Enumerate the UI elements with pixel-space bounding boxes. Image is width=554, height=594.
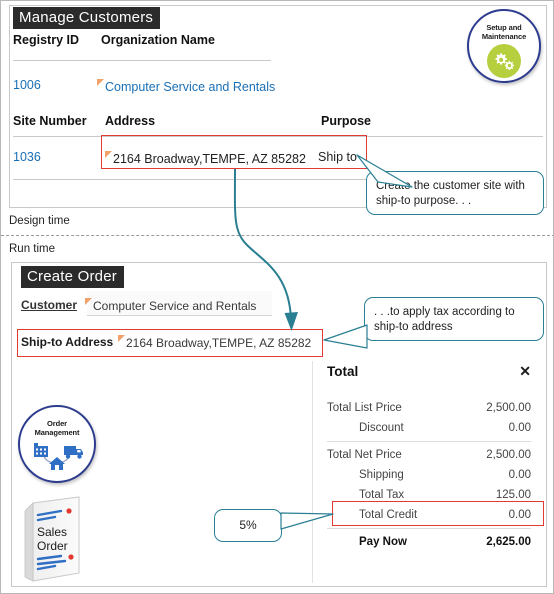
column-header-organization-name: Organization Name <box>101 33 215 47</box>
create-order-title-bar: Create Order <box>21 266 124 288</box>
totals-row: Discount 0.00 <box>313 418 545 438</box>
order-badge-line2: Management <box>34 428 80 437</box>
ship-to-address-value-wrap: 2164 Broadway,TEMPE, AZ 85282 <box>118 334 311 352</box>
order-badge-line1: Order <box>47 419 67 428</box>
totals-rows: Total List Price 2,500.00 Discount 0.00 Tota… <box>313 398 545 552</box>
totals-row: Pay Now 2,625.00 <box>313 532 545 552</box>
required-indicator-icon <box>118 335 125 342</box>
totals-row-value: 2,625.00 <box>486 536 531 548</box>
totals-row-value: 0.00 <box>508 469 531 481</box>
page-title: Manage Customers <box>13 7 161 29</box>
cell-registry-id[interactable]: 1006 <box>13 78 41 92</box>
sales-order-document: Sales Order <box>19 496 95 583</box>
totals-row-label: Total Tax <box>359 489 405 501</box>
ship-to-address-label: Ship-to Address <box>21 335 114 349</box>
totals-row: Total List Price 2,500.00 <box>313 398 545 418</box>
gears-icon <box>487 44 521 78</box>
totals-row: Total Net Price 2,500.00 <box>313 445 545 465</box>
totals-row: Total Tax 125.00 <box>313 485 545 505</box>
totals-separator <box>327 528 531 529</box>
manage-customers-title-bar: Manage Customers <box>13 7 161 29</box>
customer-table-header-rule <box>13 60 271 61</box>
totals-row-value: 2,500.00 <box>486 449 531 461</box>
cell-site-number[interactable]: 1036 <box>13 150 41 164</box>
totals-separator <box>327 441 531 442</box>
totals-row-value: 0.00 <box>508 422 531 434</box>
required-indicator-icon <box>105 151 112 158</box>
totals-row-label: Total Net Price <box>327 449 402 461</box>
sales-order-label: Sales Order <box>37 525 68 553</box>
totals-row-label: Discount <box>359 422 404 434</box>
callout-tax-rate: 5% <box>214 509 282 542</box>
design-time-label: Design time <box>9 215 70 227</box>
order-management-badge[interactable]: Order Management <box>18 405 96 483</box>
totals-row-label: Shipping <box>359 469 404 481</box>
callout-tax-rate-pointer <box>280 512 334 530</box>
callout-tax-rate-label: 5% <box>239 518 257 532</box>
screenshot-root: Manage Customers Registry ID Organizatio… <box>0 0 554 594</box>
totals-row: Total Credit 0.00 <box>313 505 545 525</box>
totals-panel: Total ✕ Total List Price 2,500.00 Discount… <box>313 363 545 552</box>
sales-order-label-line2: Order <box>37 539 68 553</box>
required-indicator-icon <box>97 79 104 86</box>
supply-chain-icon <box>28 439 86 473</box>
totals-row-label: Total List Price <box>327 402 402 414</box>
totals-row-value: 2,500.00 <box>486 402 531 414</box>
customer-tab-label[interactable]: Customer <box>21 298 77 312</box>
required-indicator-icon <box>85 298 92 305</box>
column-header-purpose: Purpose <box>321 114 372 128</box>
setup-badge-line2: Maintenance <box>481 32 527 41</box>
totals-title: Total <box>327 364 359 379</box>
column-header-site-number: Site Number <box>13 114 87 128</box>
callout-apply-tax: . . .to apply tax according to ship-to a… <box>364 297 544 341</box>
sales-order-label-line1: Sales <box>37 525 68 539</box>
column-header-registry-id: Registry ID <box>13 33 79 47</box>
ship-to-address-value: 2164 Broadway,TEMPE, AZ 85282 <box>126 336 312 350</box>
cell-organization-name[interactable]: Computer Service and Rentals <box>97 78 275 96</box>
totals-row-value: 0.00 <box>508 509 531 521</box>
close-icon[interactable]: ✕ <box>519 363 531 380</box>
site-table-header-rule <box>13 136 543 137</box>
create-order-title: Create Order <box>21 266 124 288</box>
totals-row-label: Pay Now <box>359 536 407 548</box>
setup-badge-line1: Setup and <box>486 23 522 32</box>
setup-and-maintenance-badge[interactable]: Setup and Maintenance <box>467 9 541 83</box>
callout-apply-tax-pointer <box>323 324 368 349</box>
totals-row: Shipping 0.00 <box>313 465 545 485</box>
column-header-address: Address <box>105 114 156 128</box>
callout-create-customer-site-pointer <box>356 154 413 188</box>
totals-row-value: 125.00 <box>495 489 531 501</box>
run-time-label: Run time <box>9 243 56 255</box>
flow-arrow-address-to-shipto <box>233 168 298 331</box>
cell-organization-name-label: Computer Service and Rentals <box>105 80 276 94</box>
